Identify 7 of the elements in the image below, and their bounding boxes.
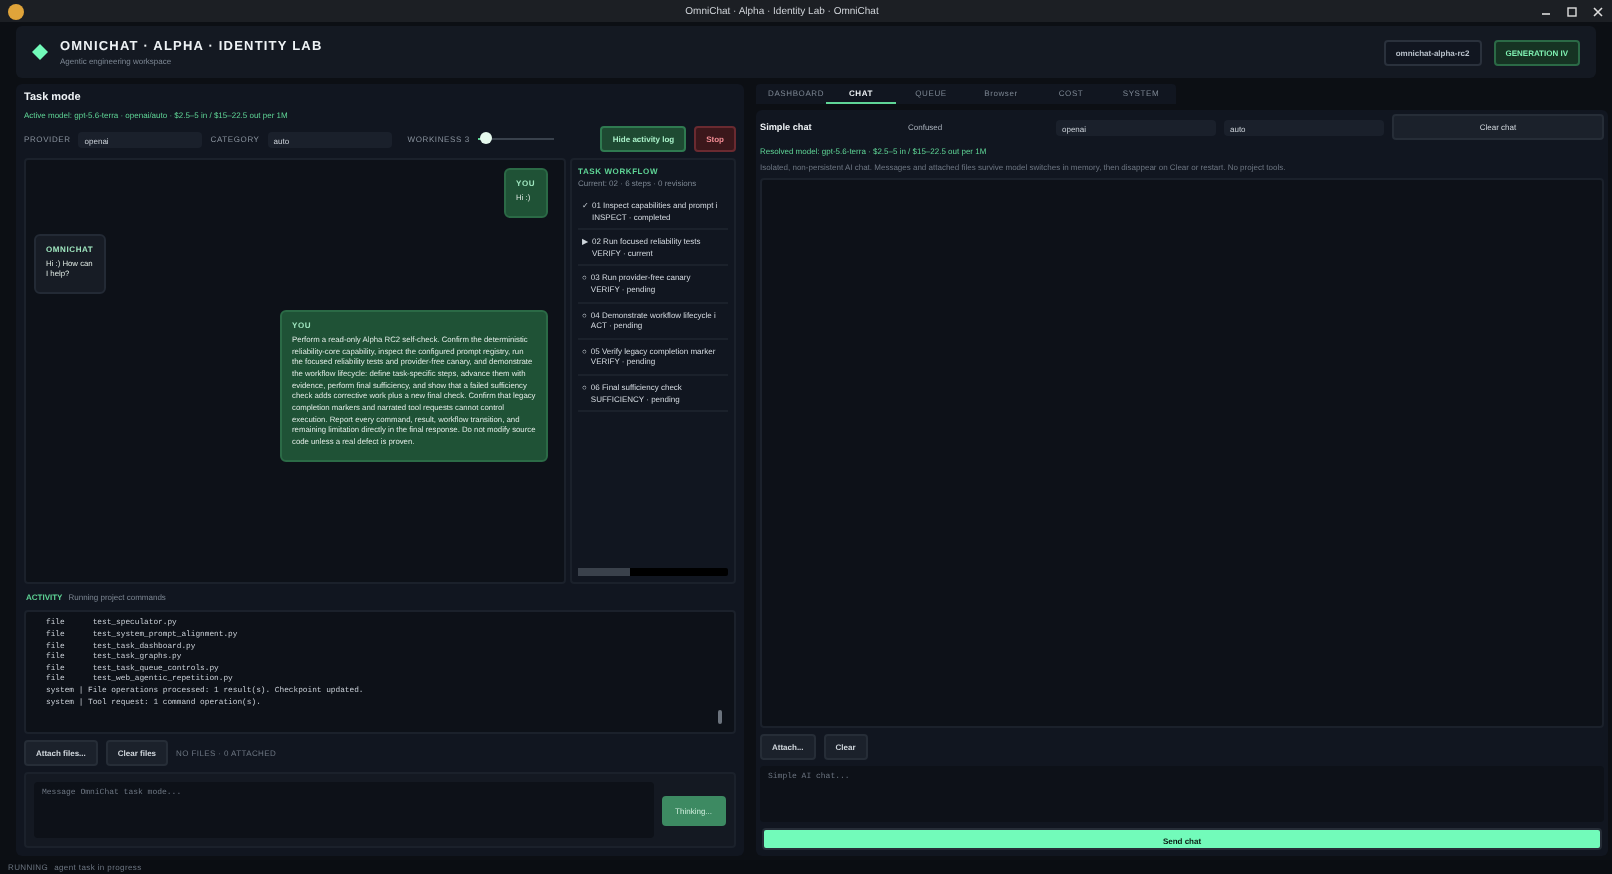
app-logo-icon	[8, 3, 24, 19]
scrollbar[interactable]	[718, 710, 722, 724]
maximize-icon[interactable]	[1566, 5, 1578, 17]
slider-thumb[interactable]	[480, 132, 493, 145]
scrollbar[interactable]	[578, 568, 728, 577]
close-icon[interactable]	[1592, 5, 1604, 17]
diamond-icon	[32, 44, 48, 60]
